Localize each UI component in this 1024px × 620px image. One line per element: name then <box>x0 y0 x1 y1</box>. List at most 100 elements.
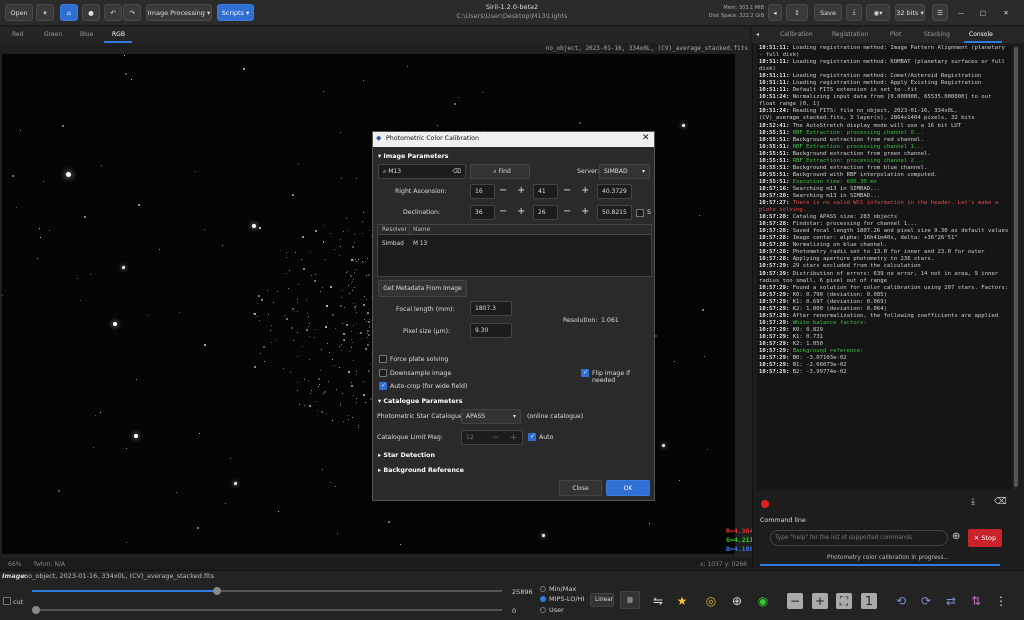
resolver-cell[interactable]: Simbad <box>382 241 404 247</box>
catalogue-parameters-section[interactable]: ▾ Catalogue Parameters <box>378 398 462 405</box>
name-cell[interactable]: M 13 <box>413 241 427 247</box>
snapshot-icon[interactable]: ◉▾ <box>866 4 890 21</box>
south-checkbox[interactable] <box>636 209 644 217</box>
star-tool-icon[interactable]: ★ <box>674 593 690 609</box>
redo-icon[interactable]: ↷ <box>123 4 141 21</box>
tab-green[interactable]: Green <box>44 31 62 38</box>
record-icon[interactable]: ● <box>82 4 100 21</box>
prev-icon[interactable]: ◂ <box>768 4 782 21</box>
rotate-right-icon[interactable]: ⟳ <box>918 593 934 609</box>
save-log-icon[interactable]: ⤓ <box>971 497 975 507</box>
more-icon[interactable]: ⋮ <box>993 593 1009 609</box>
tab-blue[interactable]: Blue <box>80 31 93 38</box>
ra-min-plus[interactable]: + <box>581 186 589 196</box>
ra-hours-input[interactable]: 16 <box>470 184 495 199</box>
max-slider[interactable] <box>32 587 502 595</box>
command-input[interactable]: Type "help" for the list of supported co… <box>770 530 948 546</box>
resolver-column-header[interactable]: Resolver <box>382 227 407 233</box>
clear-log-icon[interactable]: ⌫ <box>994 497 1007 507</box>
scripts-menu[interactable]: Scripts ▾ <box>217 4 254 21</box>
zoom-out-icon[interactable]: − <box>787 593 803 609</box>
stop-button[interactable]: ✕ Stop <box>968 529 1002 547</box>
rotate-left-icon[interactable]: ⟲ <box>893 593 909 609</box>
get-metadata-button[interactable]: Get Metadata From Image <box>378 280 467 297</box>
tab-registration[interactable]: Registration <box>832 31 868 38</box>
ra-hours-plus[interactable]: + <box>517 186 525 196</box>
auto-limit-checkbox[interactable] <box>528 433 536 441</box>
limit-mag-input[interactable]: 12 − + <box>461 430 523 445</box>
ra-sec-input[interactable]: 40.3729 <box>597 184 632 199</box>
link-icon[interactable]: ⛓ <box>620 591 640 609</box>
tab-console[interactable]: Console <box>969 31 993 38</box>
catalogue-dropdown[interactable]: APASS ▾ <box>461 409 521 424</box>
ra-min-minus[interactable]: − <box>563 186 571 196</box>
menu-icon[interactable]: ☰ <box>932 4 948 21</box>
help-icon[interactable]: ⊕ <box>952 531 960 542</box>
background-reference-section[interactable]: ▸ Background Reference <box>378 467 464 474</box>
pixel-size-input[interactable]: 9.30 <box>470 323 512 338</box>
ra-min-input[interactable]: 41 <box>533 184 558 199</box>
close-window-icon[interactable]: ✕ <box>998 4 1014 21</box>
star-detection-section[interactable]: ▸ Star Detection <box>378 452 435 459</box>
min-slider[interactable] <box>32 606 502 614</box>
minimize-icon[interactable]: — <box>953 4 969 21</box>
limit-mag-plus[interactable]: + <box>510 433 518 443</box>
focal-length-input[interactable]: 1807.3 <box>470 301 512 316</box>
dec-sec-input[interactable]: 50.8215 <box>597 205 632 220</box>
zoom-fit-icon[interactable]: ⛶ <box>836 593 852 609</box>
clear-icon[interactable]: ⌫ <box>453 168 461 175</box>
close-button[interactable]: Close <box>559 480 602 496</box>
maximize-icon[interactable]: □ <box>975 4 991 21</box>
save-button[interactable]: Save <box>814 4 842 21</box>
flip-image-checkbox[interactable] <box>581 369 589 377</box>
open-button[interactable]: Open <box>5 4 33 21</box>
limit-mag-minus[interactable]: − <box>492 433 500 443</box>
dialog-close-icon[interactable]: ✕ <box>642 133 650 143</box>
console-scrollbar[interactable] <box>1013 45 1019 490</box>
dec-deg-minus[interactable]: − <box>499 207 507 217</box>
flip-horizontal-icon[interactable]: ⇄ <box>943 593 959 609</box>
image-processing-menu[interactable]: Image Processing ▾ <box>146 4 212 21</box>
dec-min-input[interactable]: 26 <box>533 205 558 220</box>
auto-crop-checkbox[interactable] <box>379 382 387 390</box>
zoom-one-icon[interactable]: 1 <box>861 593 877 609</box>
zoom-in-icon[interactable]: + <box>812 593 828 609</box>
user-radio[interactable] <box>540 607 546 613</box>
tab-stacking[interactable]: Stacking <box>924 31 950 38</box>
tab-calibration[interactable]: Calibration <box>780 31 813 38</box>
cut-checkbox[interactable] <box>3 597 11 605</box>
name-column-header[interactable]: Name <box>413 227 430 233</box>
undo-icon[interactable]: ↶ <box>104 4 122 21</box>
tab-rgb[interactable]: RGB <box>112 31 125 38</box>
mirror-icon[interactable]: ⇋ <box>650 593 666 609</box>
ra-hours-minus[interactable]: − <box>499 186 507 196</box>
stretch-mode-dropdown[interactable]: Linear <box>590 593 614 607</box>
open-dropdown-button[interactable]: ▾ <box>36 4 54 21</box>
collapse-panel-icon[interactable]: ◂ <box>756 31 759 38</box>
flip-vertical-icon[interactable]: ⇅ <box>968 593 984 609</box>
record-log-icon[interactable] <box>761 500 769 508</box>
mips-radio[interactable] <box>540 596 546 602</box>
tab-red[interactable]: Red <box>12 31 23 38</box>
target-icon[interactable]: ◎ <box>703 593 719 609</box>
ok-button[interactable]: OK <box>606 480 650 496</box>
globe-icon[interactable]: ⊕ <box>729 593 745 609</box>
dec-deg-input[interactable]: 36 <box>470 205 495 220</box>
dec-deg-plus[interactable]: + <box>517 207 525 217</box>
home-icon[interactable]: ⌂ <box>60 4 78 21</box>
server-dropdown[interactable]: SIMBAD ▾ <box>599 164 650 179</box>
color-wheel-icon[interactable]: ◉ <box>755 593 771 609</box>
object-search-field[interactable]: ⌕ M13 ⌫ <box>378 164 466 179</box>
dec-min-minus[interactable]: − <box>563 207 571 217</box>
image-parameters-section[interactable]: ▾ Image Parameters <box>378 153 449 160</box>
bit-depth-selector[interactable]: 32 bits ▾ <box>895 4 925 21</box>
console-log[interactable]: 10:51:11: Loading registration method: I… <box>757 45 1012 490</box>
increment-icon[interactable]: ↕ <box>786 4 808 21</box>
minmax-radio[interactable] <box>540 586 546 592</box>
tab-plot[interactable]: Plot <box>890 31 901 38</box>
find-button[interactable]: ⌕ Find <box>470 164 530 179</box>
dec-min-plus[interactable]: + <box>581 207 589 217</box>
downsample-checkbox[interactable] <box>379 369 387 377</box>
force-plate-solving-checkbox[interactable] <box>379 355 387 363</box>
save-as-icon[interactable]: ⤓ <box>846 4 862 21</box>
